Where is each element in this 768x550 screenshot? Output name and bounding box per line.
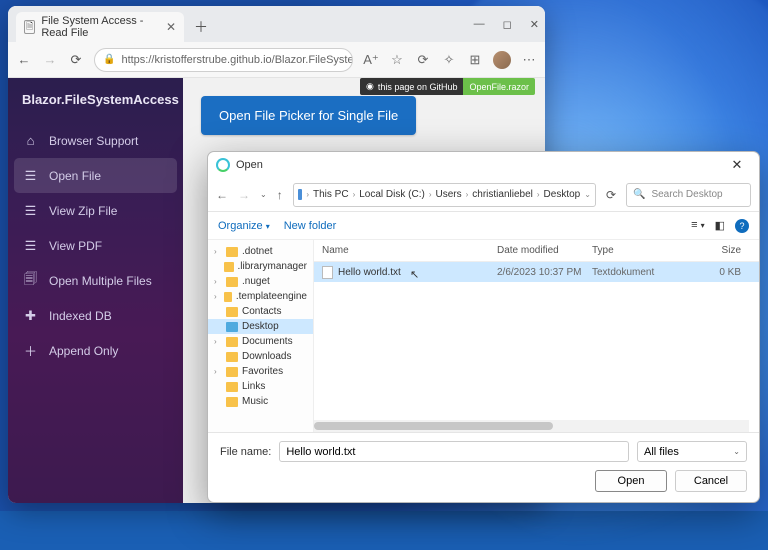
sidebar-item-indexed-db[interactable]: ✚Indexed DB — [8, 298, 183, 333]
dialog-close-icon[interactable]: ✕ — [723, 155, 751, 175]
file-list: Name Date modified Type Size Hello world… — [314, 240, 759, 432]
back-icon[interactable]: ← — [16, 52, 32, 68]
plus-icon: ＋ — [22, 343, 39, 358]
nav-up-icon[interactable]: ↑ — [277, 188, 283, 202]
extensions-icon[interactable]: ✧ — [441, 52, 457, 68]
profile-avatar[interactable] — [493, 51, 511, 69]
list-icon: ☰ — [22, 203, 39, 218]
file-open-dialog: Open ✕ ← → ⌄ ↑ › This PC› Local Disk (C:… — [207, 151, 760, 503]
address-bar: ← → ⟳ 🔒 https://kristofferstrube.github.… — [8, 42, 545, 78]
list-icon: ☰ — [22, 238, 39, 253]
tree-item[interactable]: ›.templateengine — [208, 289, 313, 304]
file-list-empty — [314, 282, 759, 432]
tree-item-selected[interactable]: Desktop — [208, 319, 313, 334]
forward-icon[interactable]: → — [42, 52, 58, 68]
favicon-icon: 🗎 — [24, 20, 35, 34]
tree-item[interactable]: ›Favorites — [208, 364, 313, 379]
sidebar-item-view-pdf[interactable]: ☰View PDF — [8, 228, 183, 263]
tree-item[interactable]: ›Documents — [208, 334, 313, 349]
organize-menu[interactable]: Organize ▾ — [218, 220, 270, 232]
sidebar-item-view-zip[interactable]: ☰View Zip File — [8, 193, 183, 228]
nav-refresh-icon[interactable]: ⟳ — [606, 188, 616, 202]
tree-item[interactable]: ›.dotnet — [208, 244, 313, 259]
sidebar-item-append-only[interactable]: ＋Append Only — [8, 333, 183, 368]
window-controls: — ◻ ✕ — [474, 6, 539, 42]
view-list-icon[interactable]: ≡ ▾ — [691, 219, 705, 233]
github-badge-right: OpenFile.razor — [463, 78, 535, 95]
close-window-icon[interactable]: ✕ — [530, 18, 539, 31]
dialog-toolbar: Organize ▾ New folder ≡ ▾ ◧ ? — [208, 212, 759, 240]
column-headers[interactable]: Name Date modified Type Size — [314, 240, 759, 262]
collections-icon[interactable]: ⊞ — [467, 52, 483, 68]
browser-tab[interactable]: 🗎 File System Access - Read File ✕ — [16, 12, 184, 42]
search-icon: 🔍 — [633, 189, 645, 200]
refresh-icon[interactable]: ⟳ — [68, 52, 84, 68]
app-sidebar: Blazor.FileSystemAccess ⌂Browser Support… — [8, 78, 183, 503]
app-brand: Blazor.FileSystemAccess — [8, 78, 183, 123]
toolbar-right: A⁺ ☆ ⟳ ✧ ⊞ ⋯ — [363, 51, 537, 69]
puzzle-icon: ✚ — [22, 308, 39, 323]
tree-item[interactable]: Links — [208, 379, 313, 394]
file-type-filter[interactable]: All files⌄ — [637, 441, 747, 462]
sidebar-item-open-multiple[interactable]: 🗐Open Multiple Files — [8, 263, 183, 298]
home-icon: ⌂ — [22, 133, 39, 148]
col-name[interactable]: Name — [322, 245, 497, 256]
search-input[interactable]: 🔍 Search Desktop — [626, 183, 751, 207]
tree-item[interactable]: .librarymanager — [208, 259, 313, 274]
pc-icon — [298, 189, 303, 200]
col-size[interactable]: Size — [687, 245, 751, 256]
tree-item[interactable]: Downloads — [208, 349, 313, 364]
col-type[interactable]: Type — [592, 245, 687, 256]
view-preview-icon[interactable]: ◧ — [715, 219, 725, 233]
cancel-button[interactable]: Cancel — [675, 470, 747, 492]
minimize-icon[interactable]: — — [474, 18, 485, 30]
read-aloud-icon[interactable]: A⁺ — [363, 52, 379, 68]
breadcrumb[interactable]: › This PC› Local Disk (C:)› Users› chris… — [293, 183, 596, 207]
sidebar-item-open-file[interactable]: ☰Open File — [14, 158, 177, 193]
dialog-titlebar: Open ✕ — [208, 152, 759, 178]
sync-icon[interactable]: ⟳ — [415, 52, 431, 68]
file-name-input[interactable] — [279, 441, 629, 462]
dialog-footer: File name: All files⌄ Open Cancel — [208, 432, 759, 502]
search-placeholder: Search Desktop — [651, 189, 722, 200]
open-file-picker-button[interactable]: Open File Picker for Single File — [201, 96, 416, 135]
lock-icon: 🔒 — [103, 54, 115, 65]
tree-item[interactable]: ›.nuget — [208, 274, 313, 289]
file-row[interactable]: Hello world.txt↖ 2/6/2023 10:37 PM Textd… — [314, 262, 759, 282]
menu-icon[interactable]: ⋯ — [521, 52, 537, 68]
open-button[interactable]: Open — [595, 470, 667, 492]
github-icon: ◉ — [366, 81, 374, 92]
tab-title: File System Access - Read File — [41, 15, 160, 39]
files-icon: 🗐 — [22, 273, 39, 288]
cursor-icon: ↖ — [410, 268, 419, 281]
github-badge[interactable]: ◉this page on GitHub OpenFile.razor — [360, 78, 535, 95]
dialog-nav: ← → ⌄ ↑ › This PC› Local Disk (C:)› User… — [208, 178, 759, 212]
nav-back-icon[interactable]: ← — [216, 188, 228, 202]
folder-tree[interactable]: ›.dotnet .librarymanager ›.nuget ›.templ… — [208, 240, 314, 432]
sidebar-item-browser-support[interactable]: ⌂Browser Support — [8, 123, 183, 158]
dialog-title: Open — [236, 159, 263, 171]
maximize-icon[interactable]: ◻ — [503, 18, 512, 31]
edge-icon — [216, 158, 230, 172]
tab-bar: 🗎 File System Access - Read File ✕ ＋ — ◻… — [8, 6, 545, 42]
new-tab-button[interactable]: ＋ — [190, 16, 212, 38]
list-icon: ☰ — [22, 168, 39, 183]
dialog-body: ›.dotnet .librarymanager ›.nuget ›.templ… — [208, 240, 759, 432]
horizontal-scrollbar[interactable] — [314, 420, 749, 432]
github-badge-left: ◉this page on GitHub — [360, 78, 463, 95]
new-folder-button[interactable]: New folder — [284, 220, 337, 232]
close-tab-icon[interactable]: ✕ — [166, 20, 176, 34]
file-name-label: File name: — [220, 446, 271, 458]
favorite-icon[interactable]: ☆ — [389, 52, 405, 68]
url-text: https://kristofferstrube.github.io/Blazo… — [121, 54, 353, 66]
help-icon[interactable]: ? — [735, 219, 749, 233]
textfile-icon — [322, 266, 333, 279]
col-date[interactable]: Date modified — [497, 245, 592, 256]
tree-item[interactable]: Music — [208, 394, 313, 409]
nav-forward-icon[interactable]: → — [238, 188, 250, 202]
url-input[interactable]: 🔒 https://kristofferstrube.github.io/Bla… — [94, 48, 353, 72]
nav-recent-icon[interactable]: ⌄ — [260, 190, 267, 199]
tree-item[interactable]: Contacts — [208, 304, 313, 319]
